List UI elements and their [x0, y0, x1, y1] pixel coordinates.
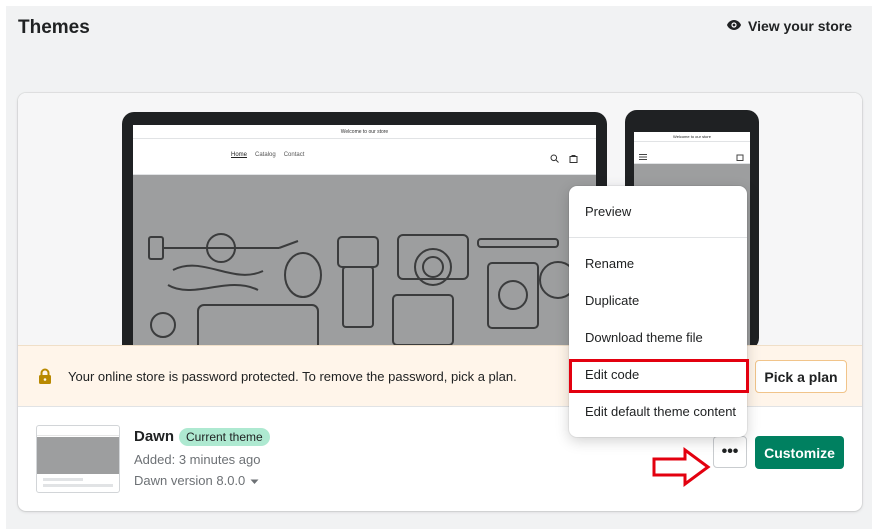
- menu-item-edit-default-theme-content[interactable]: Edit default theme content: [569, 395, 747, 429]
- arrow-annotation-icon: [651, 447, 711, 492]
- lock-icon: [38, 368, 52, 389]
- theme-version-label: Dawn version 8.0.0: [134, 473, 246, 488]
- theme-version-dropdown[interactable]: Dawn version 8.0.0: [134, 473, 259, 488]
- page-title: Themes: [18, 17, 90, 38]
- eye-icon: [726, 18, 742, 34]
- cart-icon: [569, 150, 578, 168]
- search-icon: [550, 150, 559, 168]
- desktop-screen: Welcome to our store Home Catalog Contac…: [133, 125, 596, 355]
- theme-name: Dawn: [134, 428, 175, 445]
- menu-item-preview[interactable]: Preview: [569, 195, 747, 229]
- menu-item-duplicate[interactable]: Duplicate: [569, 284, 747, 318]
- nav-link-contact: Contact: [283, 152, 305, 158]
- nav-link-catalog: Catalog: [255, 152, 276, 158]
- desktop-preview: Welcome to our store Home Catalog Contac…: [122, 112, 607, 355]
- theme-added-time: Added: 3 minutes ago: [134, 452, 261, 467]
- menu-item-download-theme-file[interactable]: Download theme file: [569, 321, 747, 355]
- current-theme-badge: Current theme: [179, 428, 270, 446]
- hero-image: [133, 175, 596, 355]
- nav-link-home: Home: [231, 152, 248, 158]
- view-store-label: View your store: [747, 18, 852, 34]
- announcement-bar: Welcome to our store: [133, 125, 596, 139]
- caret-down-icon: [250, 473, 259, 488]
- mobile-nav: [634, 142, 750, 164]
- menu-divider: [569, 237, 747, 238]
- theme-thumbnail: [36, 425, 120, 493]
- customize-button[interactable]: Customize: [755, 436, 844, 469]
- banner-message: Your online store is password protected.…: [68, 369, 517, 384]
- mobile-announcement-bar: Welcome to our store: [634, 132, 750, 142]
- store-nav: Home Catalog Contact: [133, 139, 596, 175]
- theme-actions-menu: Preview Rename Duplicate Download theme …: [569, 186, 747, 437]
- view-store-link[interactable]: View your store: [726, 18, 852, 34]
- pick-plan-button[interactable]: Pick a plan: [755, 360, 847, 393]
- more-actions-button[interactable]: •••: [713, 436, 747, 468]
- menu-item-rename[interactable]: Rename: [569, 247, 747, 281]
- menu-item-edit-code[interactable]: Edit code: [569, 358, 747, 392]
